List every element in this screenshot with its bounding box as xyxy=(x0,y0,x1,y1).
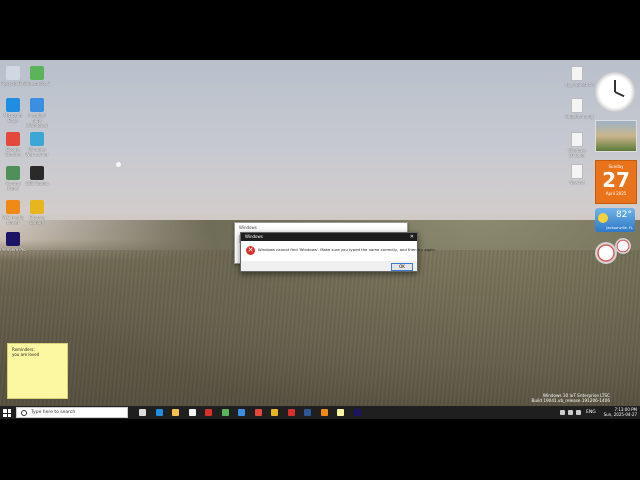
desktop-shortcut[interactable]: Bluestacks 5 xyxy=(24,66,50,86)
weather-location: Jacksonville, FL xyxy=(606,226,633,230)
desktop-file-label: CopyItem.png xyxy=(565,114,594,119)
chrome-canary-icon xyxy=(30,200,44,214)
media-icon[interactable] xyxy=(287,409,295,416)
document-icon xyxy=(571,98,583,113)
desktop-shortcut-label: Google Chrome xyxy=(5,147,21,157)
document-icon xyxy=(571,66,583,81)
desktop-shortcut-label: Windows Web server xyxy=(25,147,49,157)
error-icon: ✕ xyxy=(246,246,255,255)
desktop-shortcut[interactable]: Recycle Bin xyxy=(0,66,26,86)
memory-gauge xyxy=(615,238,631,254)
premiere-taskbar-icon[interactable] xyxy=(353,409,361,416)
desktop-shortcut-label: VLC media player xyxy=(2,215,24,225)
slideshow-gadget[interactable] xyxy=(595,120,637,152)
watermark-build: Build 19041.vb_release.191206-1406 xyxy=(531,398,610,403)
search-box[interactable]: Type here to search xyxy=(16,407,128,418)
calendar-day: 27 xyxy=(602,168,630,192)
vlc-taskbar-icon[interactable] xyxy=(320,409,328,416)
desktop-shortcut-label: Premiere Pro xyxy=(0,247,26,252)
recycle-bin-icon xyxy=(6,66,20,80)
search-icon xyxy=(21,410,27,416)
desktop-shortcut-label: OBS Studio xyxy=(25,181,49,186)
word-icon[interactable] xyxy=(304,409,311,416)
edge-taskbar-icon[interactable] xyxy=(155,409,163,416)
premiere-icon xyxy=(6,232,20,246)
desktop-file[interactable]: ap_request.txt xyxy=(565,66,594,87)
error-message: Windows cannot find 'Windows'. Make sure… xyxy=(258,247,437,252)
desktop-shortcut[interactable]: VLC media player xyxy=(0,200,26,225)
windows-icon xyxy=(30,98,44,112)
desktop-shortcut[interactable]: Google Chrome xyxy=(0,132,26,157)
desktop-file[interactable]: New.txt xyxy=(565,164,589,185)
error-dialog-title: Windows xyxy=(245,234,263,239)
close-icon[interactable]: ✕ xyxy=(410,233,414,241)
language-indicator[interactable]: ENG xyxy=(586,408,596,417)
store-icon[interactable] xyxy=(188,409,196,416)
volume-icon[interactable] xyxy=(568,410,573,415)
chrome-icon xyxy=(6,132,20,146)
chrome-taskbar-icon[interactable] xyxy=(254,409,262,416)
web-server-icon xyxy=(30,132,44,146)
desktop-shortcut-label: Bluestacks 5 xyxy=(24,81,50,86)
desktop-file[interactable]: CopyItem.png xyxy=(565,98,594,119)
error-dialog[interactable]: Windows ✕ ✕ Windows cannot find 'Windows… xyxy=(240,232,436,272)
ok-button[interactable]: OK xyxy=(391,263,413,271)
weather-gadget[interactable]: 82° Jacksonville, FL xyxy=(595,208,635,232)
cpu-gauge xyxy=(595,242,617,264)
desktop-file[interactable]: Windows 10 Color xyxy=(565,132,589,158)
weather-temp: 82° xyxy=(616,210,632,220)
desktop-shortcut-label: Microsoft Edge xyxy=(3,113,23,123)
moon xyxy=(116,162,121,167)
calendar-gadget[interactable]: Sunday 27 April 2025 xyxy=(595,160,637,204)
task-view-icon[interactable] xyxy=(139,409,146,416)
build-watermark: Windows 10 IoT Enterprise LTSC Build 190… xyxy=(532,393,610,403)
desktop-file-label: Windows 10 Color xyxy=(568,148,586,158)
run-dialog-title: Windows xyxy=(239,225,257,230)
desktop-shortcut[interactable]: OBS Studio xyxy=(24,166,50,186)
desktop-file-label: ap_request.txt xyxy=(565,82,594,87)
folder-icon[interactable] xyxy=(271,409,278,416)
vlc-icon xyxy=(6,200,20,214)
sticky-note[interactable]: Reminders: you are loved xyxy=(7,343,68,399)
tray-date: Sun, 2025-04-27 xyxy=(603,412,637,417)
mail-icon[interactable] xyxy=(238,409,245,416)
desktop-shortcut[interactable]: Control Panel xyxy=(0,166,26,191)
desktop-shortcut[interactable]: Microsoft Edge xyxy=(0,98,26,123)
desktop-shortcut-label: Chrome Canary xyxy=(29,215,45,225)
desktop-shortcut-label: Recycle Bin xyxy=(1,81,25,86)
bluestacks-icon xyxy=(30,66,44,80)
file-explorer-icon[interactable] xyxy=(172,409,179,416)
edge-icon xyxy=(6,98,20,112)
cpu-meter-gadget[interactable] xyxy=(595,238,635,266)
battery-icon[interactable] xyxy=(576,410,581,415)
obs-icon xyxy=(30,166,44,180)
desktop-shortcut[interactable]: Chrome Canary xyxy=(24,200,50,225)
system-clock[interactable]: 7:13:00 PM Sun, 2025-04-27 xyxy=(604,407,637,417)
notes-icon[interactable] xyxy=(337,409,344,416)
clock-minute-hand xyxy=(614,91,625,98)
clock-gadget[interactable] xyxy=(595,72,635,112)
error-dialog-footer: OK xyxy=(241,261,417,271)
document-icon xyxy=(571,164,583,179)
desktop-shortcut[interactable]: Installed apps (Windows) xyxy=(24,98,50,128)
windows-logo-icon xyxy=(3,409,7,413)
network-icon[interactable] xyxy=(560,410,565,415)
desktop-shortcut-label: Installed apps (Windows) xyxy=(26,113,48,128)
sticky-note-line2[interactable]: you are loved xyxy=(12,352,63,357)
search-placeholder: Type here to search xyxy=(31,410,76,415)
desktop-file-label: New.txt xyxy=(569,180,585,185)
start-button[interactable] xyxy=(3,409,11,417)
document-icon xyxy=(571,132,583,147)
desktop-shortcut-label: Control Panel xyxy=(5,181,21,191)
error-dialog-titlebar[interactable]: Windows ✕ xyxy=(241,233,417,241)
desktop-shortcut[interactable]: Windows Web server xyxy=(24,132,50,157)
green-app-icon[interactable] xyxy=(221,409,229,416)
sun-icon xyxy=(598,213,608,223)
desktop-shortcut[interactable]: Premiere Pro xyxy=(0,232,26,252)
red-app-icon[interactable] xyxy=(205,409,212,416)
taskbar: Type here to search ENG 7:13:00 PM Sun, … xyxy=(0,406,640,419)
control-panel-icon xyxy=(6,166,20,180)
